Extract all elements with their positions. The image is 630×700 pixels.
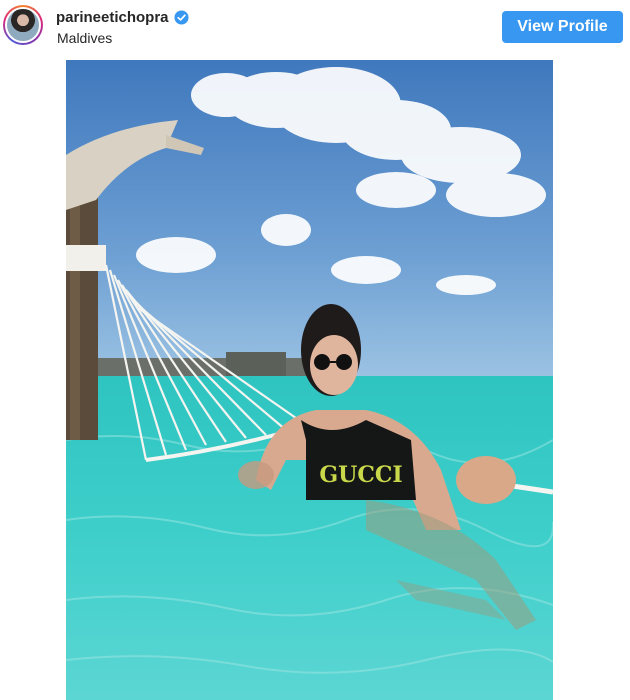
view-profile-button[interactable]: View Profile bbox=[502, 11, 623, 43]
photo-illustration: GUCCI bbox=[66, 60, 553, 700]
post-photo[interactable]: GUCCI bbox=[66, 60, 553, 700]
username-link[interactable]: parineetichopra bbox=[56, 9, 169, 26]
location-link[interactable]: Maldives bbox=[57, 30, 112, 46]
post-header: parineetichopra Maldives View Profile bbox=[0, 0, 630, 56]
swimsuit-text: GUCCI bbox=[319, 462, 402, 488]
avatar[interactable] bbox=[3, 5, 43, 45]
verified-badge-icon bbox=[174, 10, 189, 25]
avatar-image bbox=[5, 7, 41, 43]
username-row: parineetichopra bbox=[56, 9, 189, 26]
